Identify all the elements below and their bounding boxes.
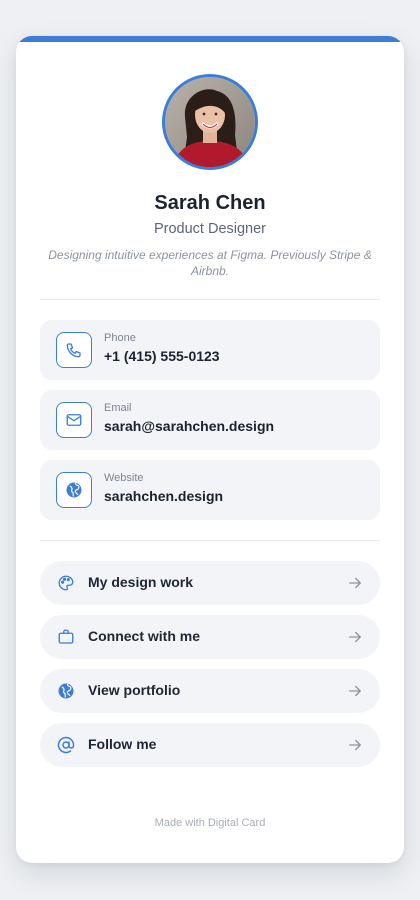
divider	[40, 540, 380, 541]
contact-label: Phone	[104, 332, 136, 344]
phone-icon	[56, 332, 92, 368]
palette-icon	[56, 573, 76, 593]
link-label: View portfolio	[88, 682, 181, 698]
link-connect[interactable]: Connect with me	[40, 615, 380, 659]
footer-credit: Made with Digital Card	[154, 817, 266, 829]
accent-bar	[16, 36, 404, 42]
business-card: Sarah Chen Product Designer Designing in…	[16, 36, 404, 863]
profile-photo	[165, 77, 255, 167]
arrow-right-icon	[349, 631, 361, 643]
arrow-right-icon	[349, 577, 361, 589]
avatar	[162, 74, 258, 170]
profile-bio: Designing intuitive experiences at Figma…	[48, 248, 372, 278]
mail-icon	[56, 402, 92, 438]
contact-website[interactable]: Website sarahchen.design	[40, 460, 380, 520]
contact-label: Email	[104, 402, 132, 414]
arrow-right-icon	[349, 685, 361, 697]
briefcase-icon	[56, 627, 76, 647]
arrow-right-icon	[349, 739, 361, 751]
globe-icon	[56, 472, 92, 508]
contact-phone[interactable]: Phone +1 (415) 555-0123	[40, 320, 380, 380]
link-follow[interactable]: Follow me	[40, 723, 380, 767]
contact-value: +1 (415) 555-0123	[104, 348, 220, 364]
contact-email[interactable]: Email sarah@sarahchen.design	[40, 390, 380, 450]
link-label: My design work	[88, 574, 194, 590]
contact-value: sarahchen.design	[104, 488, 224, 504]
profile-role: Product Designer	[153, 221, 267, 237]
globe-icon	[56, 681, 76, 701]
divider	[40, 299, 380, 300]
link-label: Connect with me	[88, 628, 201, 644]
link-portfolio[interactable]: View portfolio	[40, 669, 380, 713]
link-design-work[interactable]: My design work	[40, 561, 380, 605]
contact-value: sarah@sarahchen.design	[104, 418, 275, 434]
link-label: Follow me	[88, 736, 157, 752]
profile-name: Sarah Chen	[154, 192, 266, 214]
at-sign-icon	[56, 735, 76, 755]
contact-label: Website	[104, 472, 144, 484]
